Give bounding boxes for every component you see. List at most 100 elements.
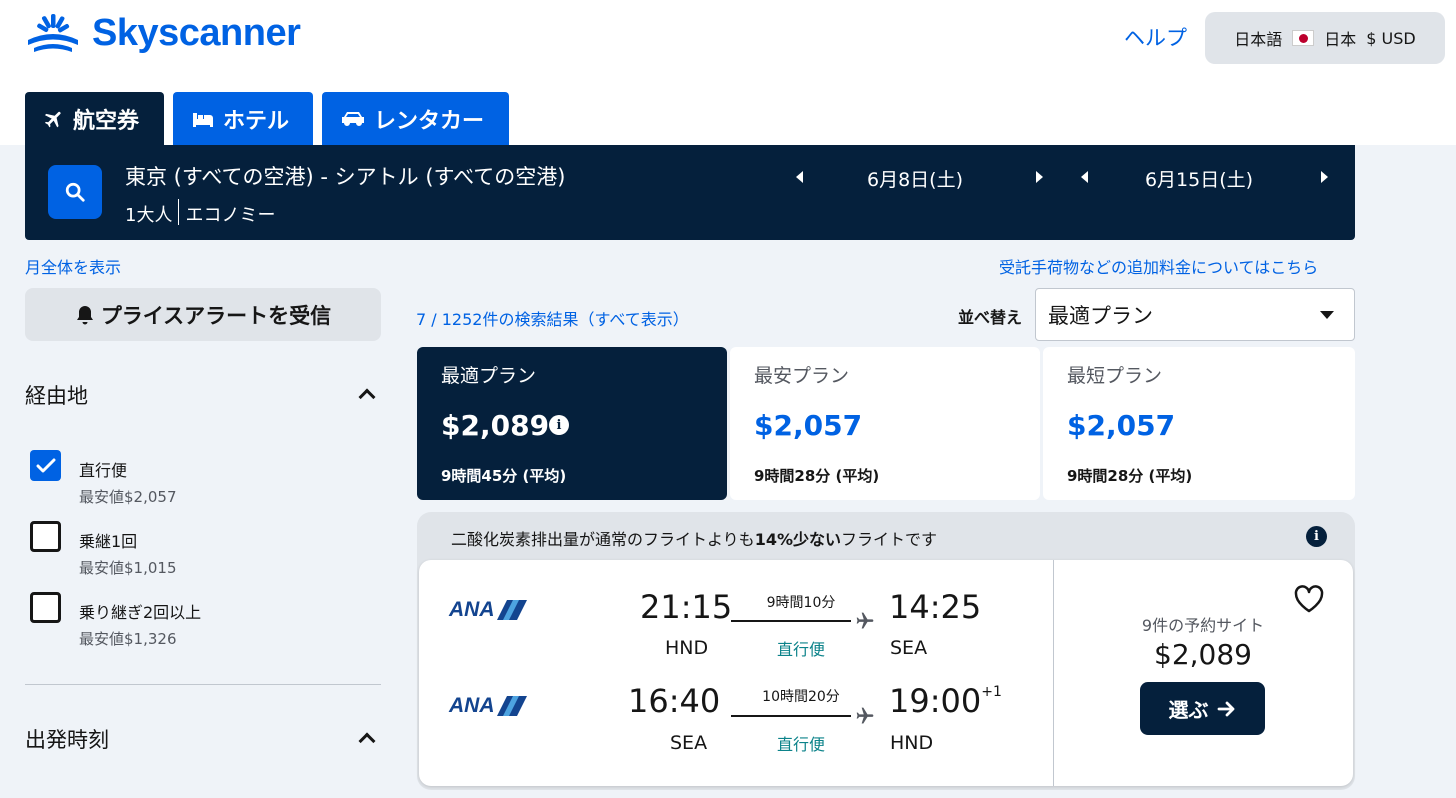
leg1-line	[731, 620, 851, 622]
eco-prefix: 二酸化炭素排出量が通常のフライトよりも	[451, 530, 755, 549]
card-divider	[1053, 560, 1054, 786]
search-summary-bar[interactable]: 東京 (すべての空港) - シアトル (すべての空港) 1大人 エコノミー 6月…	[25, 145, 1355, 240]
bell-icon	[76, 305, 93, 324]
airline-name: ANA	[449, 598, 495, 621]
airline-logo: ANA	[449, 598, 527, 622]
search-icon	[65, 182, 85, 202]
best-plan-card[interactable]: 最適プラン $2,089 i 9時間45分 (平均)	[417, 347, 727, 500]
sidebar-divider	[25, 684, 381, 685]
eco-text: 二酸化炭素排出量が通常のフライトよりも14%少ないフライトです	[451, 526, 937, 550]
fastest-plan-card[interactable]: 最短プラン $2,057 9時間28分 (平均)	[1043, 347, 1355, 500]
cabin-text: エコノミー	[185, 205, 276, 226]
bed-icon	[193, 112, 213, 127]
return-date[interactable]: 6月15日(土)	[1099, 165, 1299, 192]
plane-icon	[44, 111, 61, 127]
help-link[interactable]: ヘルプ	[1124, 22, 1187, 52]
leg1-depart-time: 21:15	[640, 588, 733, 626]
airline-logo: ANA	[449, 694, 527, 718]
card-price: $2,057	[1067, 409, 1176, 442]
checkmark-icon	[36, 458, 55, 472]
leg1-arrive-code: SEA	[890, 637, 928, 659]
eco-highlight: 14%少ない	[754, 530, 841, 549]
one-stop-checkbox[interactable]	[30, 521, 61, 552]
direct-checkbox[interactable]	[30, 450, 61, 481]
arrow-right-icon	[1217, 701, 1234, 716]
depart-date[interactable]: 6月8日(土)	[815, 165, 1015, 192]
eco-suffix: フライトです	[841, 530, 938, 549]
sort-label: 並べ替え	[958, 308, 1023, 327]
ana-stripe-icon	[496, 696, 527, 716]
leg2-stops: 直行便	[776, 735, 825, 754]
tab-label: ホテル	[223, 108, 290, 134]
card-duration: 9時間28分 (平均)	[1067, 467, 1193, 485]
select-label: 選ぶ	[1168, 698, 1209, 722]
tab-car-rental[interactable]: レンタカー	[322, 92, 509, 145]
card-duration: 9時間28分 (平均)	[754, 467, 880, 485]
route-text[interactable]: 東京 (すべての空港) - シアトル (すべての空港)	[125, 161, 565, 191]
leg2-duration: 10時間20分	[762, 689, 840, 705]
card-title: 最適プラン	[441, 365, 537, 387]
return-prev-arrow-icon[interactable]	[1081, 171, 1088, 183]
cheapest-plan-card[interactable]: 最安プラン $2,057 9時間28分 (平均)	[730, 347, 1040, 500]
select-button[interactable]: 選ぶ	[1140, 682, 1265, 735]
info-icon[interactable]: i	[1306, 526, 1327, 547]
skyscanner-logo[interactable]: Skyscanner	[24, 12, 301, 55]
price-alert-button[interactable]: プライスアラートを受信	[25, 288, 381, 341]
leg2-depart-time: 16:40	[628, 682, 721, 720]
locale-button[interactable]: 日本語 日本 $ USD	[1205, 12, 1445, 64]
two-plus-stops-checkbox[interactable]	[30, 592, 61, 623]
direct-option-label[interactable]: 直行便	[79, 457, 127, 481]
two-plus-stops-option-price: 最安値$1,326	[79, 630, 177, 648]
leg2-depart-code: SEA	[670, 732, 708, 754]
depart-next-arrow-icon[interactable]	[1036, 171, 1043, 183]
leg1-arrive-time: 14:25	[889, 588, 982, 626]
chevron-up-icon[interactable]	[358, 388, 376, 406]
departure-time-filter-title[interactable]: 出発時刻	[25, 724, 109, 754]
card-price: $2,057	[754, 409, 863, 442]
direct-option-price: 最安値$2,057	[79, 488, 177, 506]
card-duration: 9時間45分 (平均)	[441, 467, 567, 485]
search-button[interactable]	[48, 165, 102, 219]
separator	[178, 199, 180, 225]
price-alert-label: プライスアラートを受信	[100, 303, 332, 328]
leg2-arrive-code: HND	[890, 732, 934, 754]
tab-flights[interactable]: 航空券	[25, 92, 164, 145]
plane-icon	[856, 612, 874, 629]
leg1-stops: 直行便	[776, 640, 825, 659]
leg2-line	[731, 715, 851, 717]
car-icon	[342, 111, 364, 126]
card-price: $2,089	[441, 409, 550, 442]
sun-logo-icon	[28, 13, 78, 52]
return-next-arrow-icon[interactable]	[1321, 171, 1328, 183]
travellers-text: 1大人	[125, 205, 173, 226]
leg1-duration: 9時間10分	[766, 595, 836, 611]
tab-hotels[interactable]: ホテル	[173, 92, 313, 145]
arrive-time-value: 19:00	[889, 682, 982, 720]
extra-fees-link[interactable]: 受託手荷物などの追加料金についてはこちら	[999, 254, 1318, 278]
sort-select[interactable]: 最適プラン	[1035, 288, 1355, 341]
tab-label: レンタカー	[374, 108, 485, 134]
logo-text: Skyscanner	[92, 12, 301, 54]
card-title: 最短プラン	[1067, 365, 1163, 387]
whole-month-link[interactable]: 月全体を表示	[25, 254, 121, 278]
caret-down-icon	[1320, 311, 1334, 319]
leg2-arrive-time: 19:00+1	[889, 682, 1002, 720]
results-count-link[interactable]: 7 / 1252件の検索結果（すべて表示）	[416, 306, 689, 330]
two-plus-stops-option-label[interactable]: 乗り継ぎ2回以上	[79, 599, 201, 623]
stops-filter-title[interactable]: 経由地	[25, 380, 88, 410]
one-stop-option-label[interactable]: 乗継1回	[79, 528, 137, 552]
chevron-up-icon[interactable]	[358, 732, 376, 750]
depart-prev-arrow-icon[interactable]	[796, 171, 803, 183]
currency-label: $ USD	[1366, 28, 1416, 48]
sort-value: 最適プラン	[1048, 304, 1153, 328]
ana-stripe-icon	[496, 600, 527, 620]
itinerary-price: $2,089	[1154, 638, 1252, 671]
travellers-cabin[interactable]: 1大人 エコノミー	[125, 199, 276, 227]
country-label: 日本	[1324, 30, 1357, 49]
flight-result-card[interactable]: ANA 21:15 HND 9時間10分 直行便 14:25 SEA ANA 1…	[419, 560, 1353, 786]
leg1-depart-code: HND	[665, 637, 709, 659]
language-label: 日本語	[1234, 30, 1283, 49]
heart-icon[interactable]	[1293, 584, 1325, 614]
info-icon[interactable]: i	[549, 415, 569, 435]
tab-label: 航空券	[73, 108, 140, 134]
